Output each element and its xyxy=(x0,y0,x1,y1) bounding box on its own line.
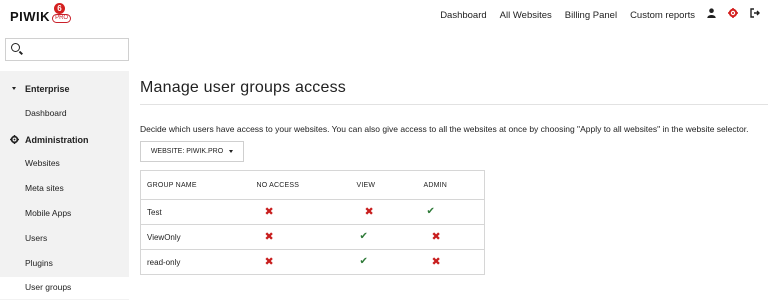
group-name: ViewOnly xyxy=(140,224,251,250)
x-icon[interactable]: ✖ xyxy=(257,257,274,268)
user-icon[interactable] xyxy=(707,8,716,22)
nav-all-websites[interactable]: All Websites xyxy=(500,10,552,21)
check-icon[interactable]: ✔ xyxy=(357,257,368,267)
piwik-pro-logo[interactable]: PIWIK PRO 6 xyxy=(10,3,72,24)
access-cell-view[interactable]: ✖ xyxy=(350,199,418,225)
table-row: Test ✖ ✖ ✔ xyxy=(140,199,485,225)
x-icon[interactable]: ✖ xyxy=(257,207,274,218)
nav-dashboard[interactable]: Dashboard xyxy=(440,10,486,21)
access-cell-no-access[interactable]: ✖ xyxy=(250,249,351,275)
logo-pro-mark: PRO xyxy=(52,14,72,23)
user-groups-access-table: GROUP NAME NO ACCESS VIEW ADMIN Test ✖ ✖… xyxy=(140,170,485,275)
x-icon[interactable]: ✖ xyxy=(424,257,441,268)
sidebar-item-mobile-apps[interactable]: Mobile Apps xyxy=(25,208,71,218)
access-cell-admin[interactable]: ✖ xyxy=(417,224,485,250)
x-icon[interactable]: ✖ xyxy=(257,232,274,243)
gear-icon[interactable] xyxy=(728,8,738,22)
title-divider xyxy=(140,104,768,105)
x-icon[interactable]: ✖ xyxy=(357,207,374,218)
table-row: read-only ✖ ✔ ✖ xyxy=(140,249,485,275)
search-icon xyxy=(11,43,20,52)
group-name: Test xyxy=(140,199,251,225)
nav-billing-panel[interactable]: Billing Panel xyxy=(565,10,617,21)
check-icon[interactable]: ✔ xyxy=(424,207,435,217)
caret-down-icon xyxy=(229,150,234,153)
sidebar-item-plugins[interactable]: Plugins xyxy=(25,258,53,268)
table-header-row: GROUP NAME NO ACCESS VIEW ADMIN xyxy=(140,170,485,200)
access-cell-no-access[interactable]: ✖ xyxy=(250,199,351,225)
sidebar-item-websites[interactable]: Websites xyxy=(25,158,60,168)
group-name: read-only xyxy=(140,249,251,275)
gear-icon xyxy=(10,135,19,146)
column-header-no-access: NO ACCESS xyxy=(250,170,351,200)
logout-icon[interactable] xyxy=(750,8,760,22)
sidebar-section-label: Enterprise xyxy=(25,84,70,94)
sidebar-section-label: Administration xyxy=(25,135,89,145)
top-nav: Dashboard All Websites Billing Panel Cus… xyxy=(427,8,760,22)
column-header-admin: ADMIN xyxy=(417,170,485,200)
table-row: ViewOnly ✖ ✔ ✖ xyxy=(140,224,485,250)
sidebar-item-users[interactable]: Users xyxy=(25,233,47,243)
access-cell-view[interactable]: ✔ xyxy=(350,224,418,250)
check-icon[interactable]: ✔ xyxy=(357,232,368,242)
access-cell-view[interactable]: ✔ xyxy=(350,249,418,275)
logo-text: PIWIK xyxy=(10,9,51,24)
nav-custom-reports[interactable]: Custom reports xyxy=(630,10,695,21)
sidebar-item-dashboard[interactable]: Dashboard xyxy=(25,108,67,118)
website-selector-label: WEBSITE: PIWIK.PRO xyxy=(150,148,224,155)
notification-badge[interactable]: 6 xyxy=(54,3,65,14)
page-description: Decide which users have access to your w… xyxy=(140,124,749,134)
access-cell-no-access[interactable]: ✖ xyxy=(250,224,351,250)
caret-down-icon xyxy=(12,87,16,90)
top-bar: PIWIK PRO 6 Dashboard All Websites Billi… xyxy=(0,0,770,36)
search-input[interactable] xyxy=(5,38,129,61)
sidebar: Enterprise Dashboard Administration Webs… xyxy=(0,71,129,300)
column-header-group-name: GROUP NAME xyxy=(140,170,251,200)
column-header-view: VIEW xyxy=(350,170,418,200)
x-icon[interactable]: ✖ xyxy=(424,232,441,243)
access-cell-admin[interactable]: ✖ xyxy=(417,249,485,275)
sidebar-item-meta-sites[interactable]: Meta sites xyxy=(25,183,64,193)
website-selector[interactable]: WEBSITE: PIWIK.PRO xyxy=(140,141,244,162)
access-cell-admin[interactable]: ✔ xyxy=(417,199,485,225)
sidebar-item-user-groups[interactable]: User groups xyxy=(25,282,71,292)
page-title: Manage user groups access xyxy=(140,79,346,96)
